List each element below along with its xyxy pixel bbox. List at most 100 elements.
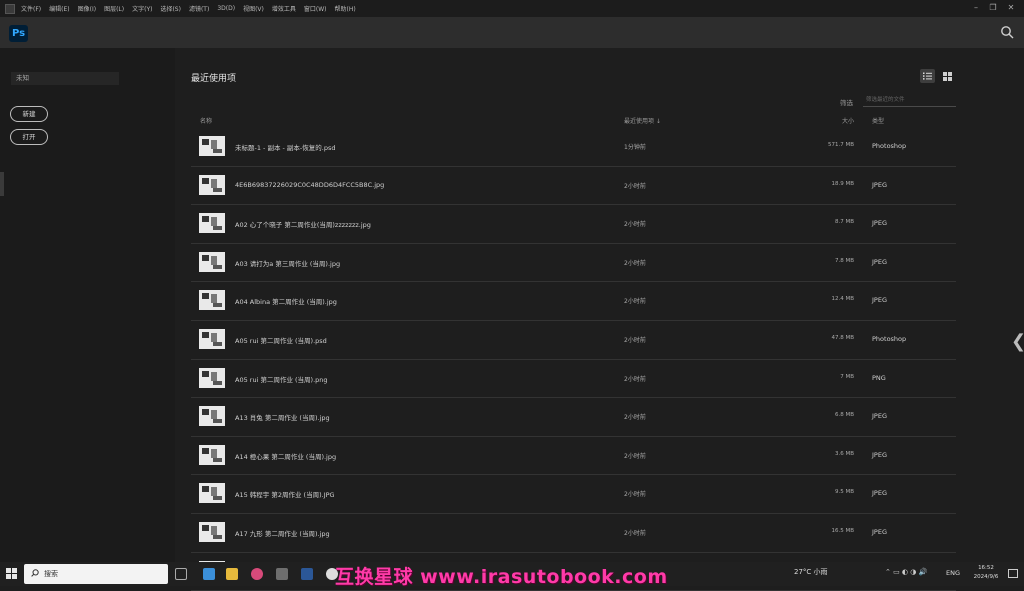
weather[interactable]: 27°C 小雨 xyxy=(794,567,828,577)
clock[interactable]: 16:52 2024/9/6 xyxy=(966,564,1006,582)
search-icon xyxy=(31,569,39,577)
file-date: 2小时前 xyxy=(624,298,646,306)
browser-icon[interactable] xyxy=(251,568,263,580)
menu-plugins[interactable]: 增效工具 xyxy=(272,4,296,13)
menu-image[interactable]: 图像(I) xyxy=(78,4,96,13)
file-size: 18.9 MB xyxy=(831,180,854,187)
file-row[interactable]: A17 九形 第二周作业 (当周).jpg 2小时前 16.5 MB JPEG xyxy=(191,514,956,553)
file-row[interactable]: A13 肖兔 第二周作业 (当周).jpg 2小时前 6.8 MB JPEG xyxy=(191,398,956,437)
app-header: Ps xyxy=(0,17,1024,49)
column-name[interactable]: 名称 xyxy=(200,116,212,125)
file-row[interactable]: A05 rui 第二周作业 (当周).png 2小时前 7 MB PNG xyxy=(191,360,956,399)
photoshop-taskbar-icon[interactable] xyxy=(301,568,313,580)
menu-help[interactable]: 帮助(H) xyxy=(335,4,356,13)
file-row[interactable]: A14 橙心果 第二周作业 (当周).jpg 2小时前 3.6 MB JPEG xyxy=(191,437,956,476)
file-size: 47.8 MB xyxy=(831,334,854,341)
file-type: Photoshop xyxy=(872,142,907,150)
grid-view-icon[interactable] xyxy=(943,72,952,81)
file-explorer-icon[interactable] xyxy=(226,568,238,580)
open-button[interactable]: 打开 xyxy=(10,129,48,145)
restore-icon[interactable]: ❐ xyxy=(988,3,998,12)
file-size: 8.7 MB xyxy=(834,219,854,226)
page-title: 最近使用项 xyxy=(191,74,237,84)
file-name: A05 rui 第二周作业 (当周).psd xyxy=(235,336,327,345)
file-row[interactable]: A03 请打为a 第三周作业 (当周).jpg 2小时前 7.8 MB JPEG xyxy=(191,244,956,283)
file-name: 4E6B69837226029C0C48DD6D4FCC5B8C.jpg xyxy=(235,180,385,189)
file-row[interactable]: 4E6B69837226029C0C48DD6D4FCC5B8C.jpg 2小时前… xyxy=(191,167,956,206)
file-date: 2小时前 xyxy=(624,529,646,537)
menu-file[interactable]: 文件(F) xyxy=(21,4,41,13)
new-button[interactable]: 新建 xyxy=(10,106,48,122)
sidebar-collapse-handle[interactable] xyxy=(0,172,4,196)
notification-icon[interactable] xyxy=(1008,569,1018,578)
widgets-icon[interactable] xyxy=(203,568,215,580)
ps-app-icon xyxy=(5,3,15,14)
task-view-icon[interactable] xyxy=(175,568,187,580)
file-size: 9.5 MB xyxy=(834,489,854,496)
search-icon[interactable] xyxy=(1000,25,1014,39)
menu-edit[interactable]: 编辑(E) xyxy=(49,4,69,13)
file-row[interactable]: A05 rui 第二周作业 (当周).psd 2小时前 47.8 MB Photosh… xyxy=(191,321,956,360)
file-type: JPEG xyxy=(872,412,887,421)
taskbar: 搜索 互换星球 www.irasutobook.com 27°C 小雨 ⌃ ▭ … xyxy=(0,562,1024,588)
file-name: A02 心了个晓子 第二周作业(当周)zzzzzzz.jpg xyxy=(235,221,371,230)
windows-start-icon[interactable] xyxy=(6,568,17,579)
file-row[interactable]: 未标题-1 - 副本 - 副本-恢复的.psd 1分钟前 571.7 MB Photo… xyxy=(191,128,956,167)
file-type: JPEG xyxy=(872,219,887,228)
menu-window[interactable]: 窗口(W) xyxy=(304,4,327,13)
file-list: 未标题-1 - 副本 - 副本-恢复的.psd 1分钟前 571.7 MB Photo… xyxy=(191,128,956,591)
file-date: 2小时前 xyxy=(624,414,646,422)
app-icon[interactable] xyxy=(276,568,288,580)
watermark: 互换星球 www.irasutobook.com xyxy=(335,566,668,588)
menu-3d[interactable]: 3D(D) xyxy=(217,5,235,12)
file-date: 2小时前 xyxy=(624,259,646,267)
file-type: Photoshop xyxy=(872,334,907,343)
taskbar-search[interactable]: 搜索 xyxy=(24,564,168,584)
file-thumbnail xyxy=(199,290,225,311)
list-view-icon xyxy=(923,72,932,80)
file-row[interactable]: A15 韩程宇 第2周作业 (当周).JPG 2小时前 9.5 MB JPEG xyxy=(191,475,956,514)
file-type: JPEG xyxy=(872,527,887,536)
menu-view[interactable]: 视图(V) xyxy=(243,4,264,13)
filter-label: 筛选 xyxy=(840,99,853,107)
column-recent[interactable]: 最近使用项 ↓ xyxy=(624,116,661,125)
file-size: 6.8 MB xyxy=(834,412,854,419)
file-name: 未标题-1 - 副本 - 副本-恢复的.psd xyxy=(235,144,336,152)
input-language[interactable]: ENG xyxy=(946,569,960,577)
filter-input[interactable]: 筛选最近的文件 xyxy=(863,94,956,107)
file-thumbnail xyxy=(199,521,225,542)
home-sidebar: 未知 新建 打开 xyxy=(0,48,175,562)
menu-bar: 文件(F) 编辑(E) 图像(I) 图层(L) 文字(Y) 选择(S) 滤镜(T… xyxy=(0,0,1024,17)
clock-time: 16:52 xyxy=(978,565,994,571)
file-type: PNG xyxy=(872,373,886,382)
file-type: JPEG xyxy=(872,489,887,498)
file-date: 2小时前 xyxy=(624,375,646,383)
file-row[interactable]: A04 Albina 第二周作业 (当周).jpg 2小时前 12.4 MB JPEG xyxy=(191,282,956,321)
menu-layer[interactable]: 图层(L) xyxy=(104,4,124,13)
file-thumbnail xyxy=(199,213,225,234)
file-name: A13 肖兔 第二周作业 (当周).jpg xyxy=(235,414,330,423)
file-row[interactable]: A02 心了个晓子 第二周作业(当周)zzzzzzz.jpg 2小时前 8.7 MB… xyxy=(191,205,956,244)
menu-type[interactable]: 文字(Y) xyxy=(132,4,152,13)
file-size: 7 MB xyxy=(840,373,854,380)
file-name: A17 九形 第二周作业 (当周).jpg xyxy=(235,529,330,538)
menu-select[interactable]: 选择(S) xyxy=(160,4,181,13)
menu-filter[interactable]: 滤镜(T) xyxy=(189,4,209,13)
file-thumbnail xyxy=(199,483,225,504)
list-view-button[interactable] xyxy=(920,69,935,83)
file-type: JPEG xyxy=(872,180,887,189)
file-thumbnail xyxy=(199,328,225,349)
column-size[interactable]: 大小 xyxy=(829,116,854,125)
system-tray-icons[interactable]: ⌃ ▭ ◐ ◑ 🔊 xyxy=(885,568,927,576)
file-thumbnail xyxy=(199,136,225,156)
recent-files-panel: 最近使用项 筛选 筛选最近的文件 名称 最近使用项 ↓ 大小 类型 未标题-1 … xyxy=(175,48,1024,591)
minimize-icon[interactable]: – xyxy=(971,3,981,12)
taskbar-search-label: 搜索 xyxy=(44,570,58,578)
chevron-left-icon[interactable]: ❮ xyxy=(1011,332,1024,352)
file-date: 2小时前 xyxy=(624,491,646,499)
sidebar-field[interactable]: 未知 xyxy=(11,72,119,85)
photoshop-logo[interactable]: Ps xyxy=(9,25,28,42)
column-type[interactable]: 类型 xyxy=(872,116,884,125)
close-icon[interactable]: ✕ xyxy=(1006,3,1016,12)
file-type: JPEG xyxy=(872,450,887,459)
